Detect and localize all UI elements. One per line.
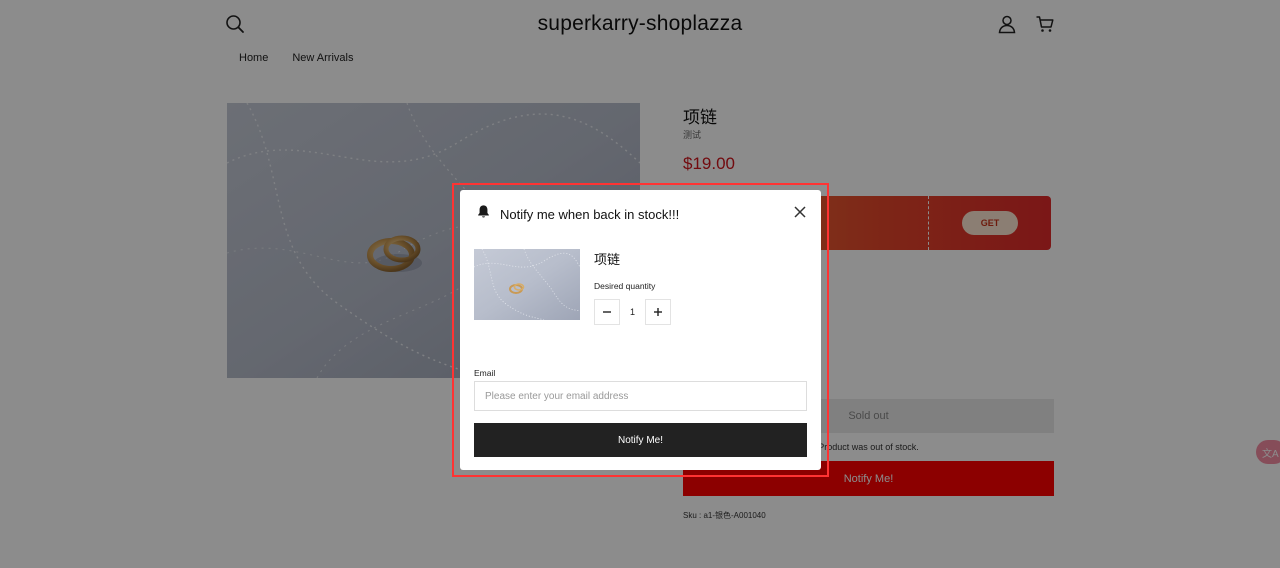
modal-product-thumbnail [474,249,580,320]
notify-me-submit-button[interactable]: Notify Me! [474,423,807,457]
close-icon[interactable] [793,205,807,219]
increase-quantity-button[interactable] [645,299,671,325]
product-page: superkarry-shoplazza Home New Arrivals 项… [0,0,1280,568]
bell-icon [476,204,491,224]
quantity-stepper: 1 [594,299,671,325]
decrease-quantity-button[interactable] [594,299,620,325]
email-field[interactable] [474,381,807,411]
modal-title: Notify me when back in stock!!! [500,206,680,222]
quantity-label: Desired quantity [594,281,656,291]
back-in-stock-modal: Notify me when back in stock!!! 项链 Desir… [460,190,821,470]
modal-product-name: 项链 [594,252,621,267]
quantity-value[interactable]: 1 [620,307,645,317]
modal-header: Notify me when back in stock!!! [476,204,679,224]
email-label: Email [474,368,496,378]
